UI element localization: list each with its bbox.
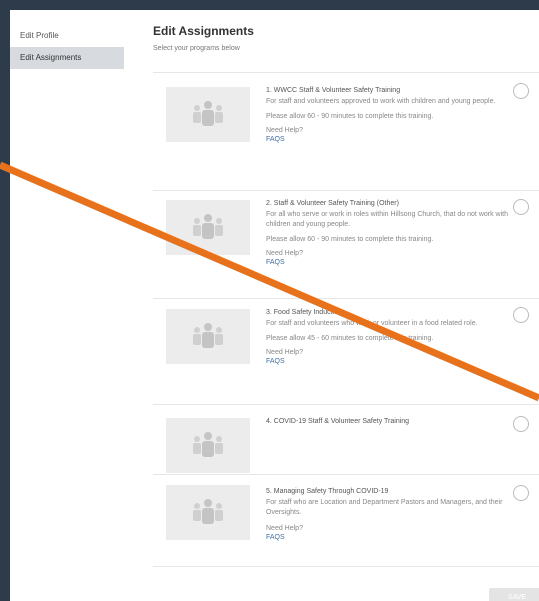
sidebar-item-edit-assignments[interactable]: Edit Assignments [10,47,124,69]
need-help-label: Need Help? [266,127,303,134]
need-help-label: Need Help? [266,525,303,532]
program-card-5: 5. Managing Safety Through COVID-19 For … [153,474,539,566]
program-card-3: 3. Food Safety Induction For staff and v… [153,298,539,404]
program-card-4: 4. COVID-19 Staff & Volunteer Safety Tra… [153,404,539,474]
program-title: 3. Food Safety Induction [266,309,342,316]
page-title: Edit Assignments [153,24,254,38]
list-divider [153,566,539,567]
need-help-label: Need Help? [266,349,303,356]
faqs-link[interactable]: FAQS [266,258,511,267]
program-select-radio[interactable] [513,485,529,501]
program-select-radio[interactable] [513,307,529,323]
program-description: For staff and volunteers approved to wor… [266,98,496,105]
program-description: For all who serve or work in roles withi… [266,211,508,228]
people-group-icon [193,101,223,126]
program-title: 2. Staff & Volunteer Safety Training (Ot… [266,200,399,207]
program-card-2: 2. Staff & Volunteer Safety Training (Ot… [153,190,539,298]
need-help-label: Need Help? [266,250,303,257]
program-duration: Please allow 60 - 90 minutes to complete… [266,113,434,120]
faqs-link[interactable]: FAQS [266,135,511,144]
people-group-icon [193,323,223,348]
program-thumbnail [166,418,250,473]
program-details: 2. Staff & Volunteer Safety Training (Ot… [266,200,511,267]
program-details: 5. Managing Safety Through COVID-19 For … [266,488,511,542]
program-card-1: 1. WWCC Staff & Volunteer Safety Trainin… [153,72,539,180]
program-select-radio[interactable] [513,199,529,215]
program-thumbnail [166,309,250,364]
program-thumbnail [166,485,250,540]
program-title: 1. WWCC Staff & Volunteer Safety Trainin… [266,87,401,94]
save-button[interactable]: SAVE [489,588,539,601]
program-duration: Please allow 60 - 90 minutes to complete… [266,236,434,243]
sidebar-item-edit-profile[interactable]: Edit Profile [10,25,124,47]
sidebar: Edit Profile Edit Assignments [10,10,134,601]
program-thumbnail [166,87,250,142]
faqs-link[interactable]: FAQS [266,357,511,366]
program-thumbnail [166,200,250,255]
page-subtitle: Select your programs below [153,45,240,52]
program-title: 4. COVID-19 Staff & Volunteer Safety Tra… [266,418,410,425]
program-details: 3. Food Safety Induction For staff and v… [266,309,511,366]
people-group-icon [193,214,223,239]
program-details: 4. COVID-19 Staff & Volunteer Safety Tra… [266,418,511,428]
program-details: 1. WWCC Staff & Volunteer Safety Trainin… [266,87,511,144]
faqs-link[interactable]: FAQS [266,533,511,542]
app-frame: Edit Profile Edit Assignments Edit Assig… [10,10,539,601]
main-content: Edit Assignments Select your programs be… [153,10,539,601]
program-title: 5. Managing Safety Through COVID-19 [266,488,389,495]
people-group-icon [193,499,223,524]
program-select-radio[interactable] [513,83,529,99]
program-description: For staff who are Location and Departmen… [266,499,503,516]
program-duration: Please allow 45 - 60 minutes to complete… [266,335,434,342]
people-group-icon [193,432,223,457]
program-select-radio[interactable] [513,416,529,432]
program-description: For staff and volunteers who work or vol… [266,320,478,327]
